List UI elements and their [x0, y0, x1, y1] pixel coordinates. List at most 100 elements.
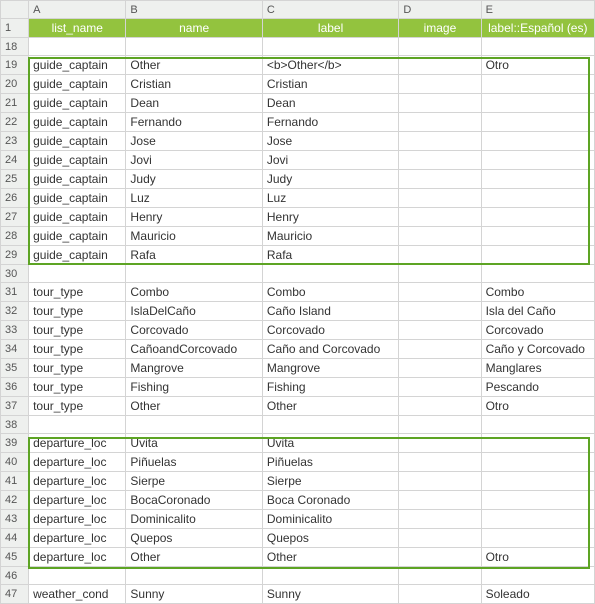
- cell-E36[interactable]: Pescando: [481, 378, 594, 397]
- cell-A46[interactable]: [29, 567, 126, 585]
- cell-C27[interactable]: Henry: [262, 208, 398, 227]
- cell-C21[interactable]: Dean: [262, 94, 398, 113]
- cell-A34[interactable]: tour_type: [29, 340, 126, 359]
- col-header-D[interactable]: D: [399, 1, 481, 19]
- cell-C31[interactable]: Combo: [262, 283, 398, 302]
- cell-A30[interactable]: [29, 265, 126, 283]
- cell-C34[interactable]: Caño and Corcovado: [262, 340, 398, 359]
- cell-E45[interactable]: Otro: [481, 548, 594, 567]
- cell-E47[interactable]: Soleado: [481, 585, 594, 604]
- cell-D21[interactable]: [399, 94, 481, 113]
- cell-A42[interactable]: departure_loc: [29, 491, 126, 510]
- row-header-40[interactable]: 40: [1, 453, 29, 472]
- cell-E38[interactable]: [481, 416, 594, 434]
- cell-C38[interactable]: [262, 416, 398, 434]
- row-header-28[interactable]: 28: [1, 227, 29, 246]
- cell-B38[interactable]: [126, 416, 262, 434]
- cell-B34[interactable]: CañoandCorcovado: [126, 340, 262, 359]
- cell-A35[interactable]: tour_type: [29, 359, 126, 378]
- cell-B18[interactable]: [126, 38, 262, 56]
- cell-B27[interactable]: Henry: [126, 208, 262, 227]
- cell-D18[interactable]: [399, 38, 481, 56]
- cell-B43[interactable]: Dominicalito: [126, 510, 262, 529]
- cell-B33[interactable]: Corcovado: [126, 321, 262, 340]
- cell-C30[interactable]: [262, 265, 398, 283]
- cell-A45[interactable]: departure_loc: [29, 548, 126, 567]
- cell-A32[interactable]: tour_type: [29, 302, 126, 321]
- cell-D37[interactable]: [399, 397, 481, 416]
- cell-E28[interactable]: [481, 227, 594, 246]
- row-header-32[interactable]: 32: [1, 302, 29, 321]
- cell-D46[interactable]: [399, 567, 481, 585]
- cell-D41[interactable]: [399, 472, 481, 491]
- cell-C29[interactable]: Rafa: [262, 246, 398, 265]
- cell-E29[interactable]: [481, 246, 594, 265]
- row-header-43[interactable]: 43: [1, 510, 29, 529]
- cell-D23[interactable]: [399, 132, 481, 151]
- cell-B44[interactable]: Quepos: [126, 529, 262, 548]
- cell-B31[interactable]: Combo: [126, 283, 262, 302]
- cell-E23[interactable]: [481, 132, 594, 151]
- row-header-20[interactable]: 20: [1, 75, 29, 94]
- cell-E24[interactable]: [481, 151, 594, 170]
- cell-D33[interactable]: [399, 321, 481, 340]
- row-header-26[interactable]: 26: [1, 189, 29, 208]
- cell-E32[interactable]: Isla del Caño: [481, 302, 594, 321]
- cell-E42[interactable]: [481, 491, 594, 510]
- row-header-27[interactable]: 27: [1, 208, 29, 227]
- cell-C20[interactable]: Cristian: [262, 75, 398, 94]
- cell-E37[interactable]: Otro: [481, 397, 594, 416]
- row-header-22[interactable]: 22: [1, 113, 29, 132]
- cell-C25[interactable]: Judy: [262, 170, 398, 189]
- cell-D22[interactable]: [399, 113, 481, 132]
- cell-C36[interactable]: Fishing: [262, 378, 398, 397]
- cell-B28[interactable]: Mauricio: [126, 227, 262, 246]
- cell-D44[interactable]: [399, 529, 481, 548]
- cell-C26[interactable]: Luz: [262, 189, 398, 208]
- cell-E18[interactable]: [481, 38, 594, 56]
- cell-E40[interactable]: [481, 453, 594, 472]
- cell-D30[interactable]: [399, 265, 481, 283]
- cell-E27[interactable]: [481, 208, 594, 227]
- cell-B24[interactable]: Jovi: [126, 151, 262, 170]
- cell-B46[interactable]: [126, 567, 262, 585]
- cell-B47[interactable]: Sunny: [126, 585, 262, 604]
- cell-D38[interactable]: [399, 416, 481, 434]
- cell-C24[interactable]: Jovi: [262, 151, 398, 170]
- cell-A39[interactable]: departure_loc: [29, 434, 126, 453]
- cell-C46[interactable]: [262, 567, 398, 585]
- cell-D25[interactable]: [399, 170, 481, 189]
- row-header-45[interactable]: 45: [1, 548, 29, 567]
- cell-C28[interactable]: Mauricio: [262, 227, 398, 246]
- row-header-34[interactable]: 34: [1, 340, 29, 359]
- cell-D27[interactable]: [399, 208, 481, 227]
- row-header-18[interactable]: 18: [1, 38, 29, 56]
- cell-B25[interactable]: Judy: [126, 170, 262, 189]
- cell-E26[interactable]: [481, 189, 594, 208]
- cell-D40[interactable]: [399, 453, 481, 472]
- cell-B39[interactable]: Uvita: [126, 434, 262, 453]
- cell-C45[interactable]: Other: [262, 548, 398, 567]
- cell-B21[interactable]: Dean: [126, 94, 262, 113]
- cell-A33[interactable]: tour_type: [29, 321, 126, 340]
- cell-D31[interactable]: [399, 283, 481, 302]
- cell-C39[interactable]: Uvita: [262, 434, 398, 453]
- cell-E31[interactable]: Combo: [481, 283, 594, 302]
- cell-C43[interactable]: Dominicalito: [262, 510, 398, 529]
- cell-B23[interactable]: Jose: [126, 132, 262, 151]
- row-header-23[interactable]: 23: [1, 132, 29, 151]
- row-header-19[interactable]: 19: [1, 56, 29, 75]
- cell-C23[interactable]: Jose: [262, 132, 398, 151]
- cell-C44[interactable]: Quepos: [262, 529, 398, 548]
- cell-A40[interactable]: departure_loc: [29, 453, 126, 472]
- cell-E1[interactable]: label::Español (es): [481, 19, 594, 38]
- row-header-30[interactable]: 30: [1, 265, 29, 283]
- cell-D36[interactable]: [399, 378, 481, 397]
- cell-D45[interactable]: [399, 548, 481, 567]
- cell-B35[interactable]: Mangrove: [126, 359, 262, 378]
- cell-E43[interactable]: [481, 510, 594, 529]
- cell-E35[interactable]: Manglares: [481, 359, 594, 378]
- cell-A20[interactable]: guide_captain: [29, 75, 126, 94]
- cell-C47[interactable]: Sunny: [262, 585, 398, 604]
- cell-D34[interactable]: [399, 340, 481, 359]
